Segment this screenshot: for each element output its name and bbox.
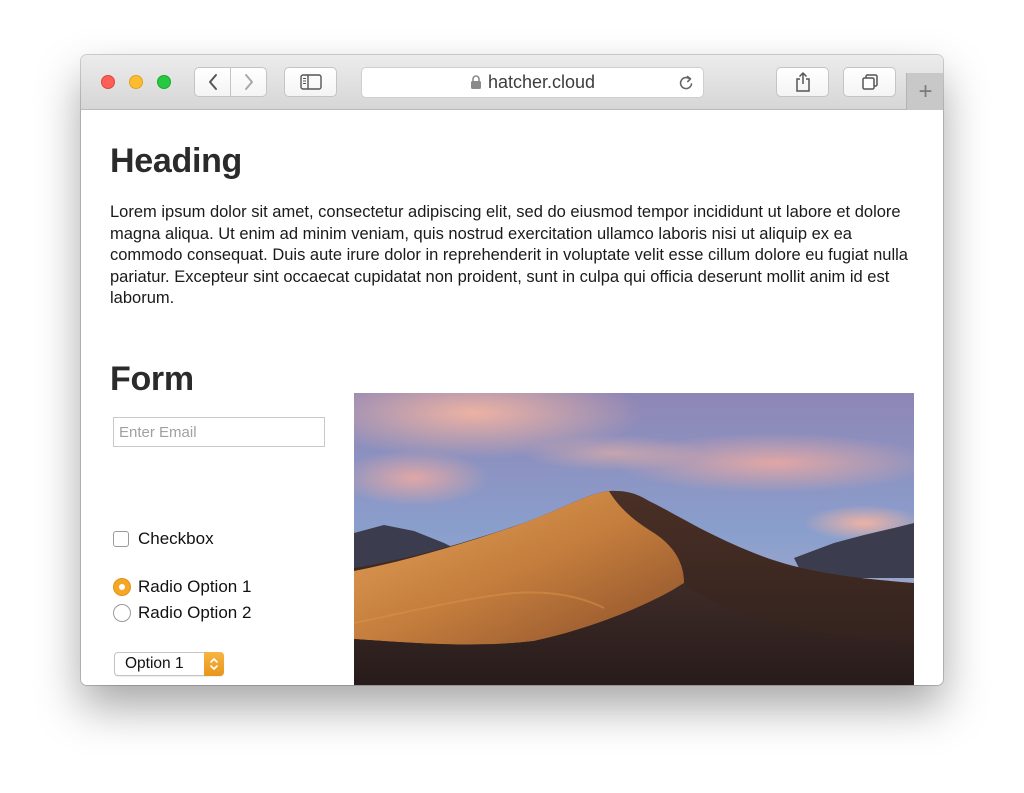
radio-button-selected[interactable] [113, 578, 131, 596]
browser-toolbar: hatcher.cloud + [81, 55, 943, 110]
close-window-button[interactable] [101, 75, 115, 89]
minimize-window-button[interactable] [129, 75, 143, 89]
sidebar-icon [299, 74, 322, 90]
radio-option-1-label: Radio Option 1 [138, 577, 252, 596]
email-input[interactable] [113, 417, 325, 447]
chevron-left-icon [208, 74, 217, 90]
forward-button[interactable] [230, 67, 267, 97]
chevron-up-down-icon [204, 651, 224, 676]
address-bar[interactable]: hatcher.cloud [361, 67, 704, 98]
desert-dune-image [354, 393, 914, 685]
tabs-overview-button[interactable] [843, 67, 896, 97]
reload-icon[interactable] [677, 73, 695, 98]
tabs-overview-icon [861, 74, 878, 90]
back-button[interactable] [194, 67, 231, 97]
radio-option-2-label: Radio Option 2 [138, 603, 252, 622]
sidebar-button[interactable] [284, 67, 337, 97]
body-paragraph: Lorem ipsum dolor sit amet, consectetur … [110, 203, 908, 307]
select-value: Option 1 [125, 655, 184, 672]
browser-window: hatcher.cloud + Heading Lorem ipsum dolo… [81, 55, 943, 685]
radio-button[interactable] [113, 604, 131, 622]
checkbox[interactable] [113, 531, 129, 547]
page-heading: Heading [110, 142, 243, 180]
share-button[interactable] [776, 67, 829, 97]
option-select[interactable]: Option 1 [114, 651, 224, 676]
form-title: Form [110, 360, 194, 398]
new-tab-button[interactable]: + [906, 73, 943, 110]
checkbox-label: Checkbox [138, 529, 214, 548]
radio-option-1[interactable]: Radio Option 1 [113, 577, 251, 597]
radio-option-2[interactable]: Radio Option 2 [113, 603, 251, 623]
zoom-window-button[interactable] [157, 75, 171, 89]
page-content: Heading Lorem ipsum dolor sit amet, cons… [81, 110, 943, 685]
address-text: hatcher.cloud [487, 72, 596, 92]
chevron-right-icon [244, 74, 253, 90]
checkbox-row[interactable]: Checkbox [113, 529, 214, 549]
share-icon [795, 72, 810, 92]
lock-icon [470, 75, 482, 90]
plus-icon: + [918, 77, 933, 105]
